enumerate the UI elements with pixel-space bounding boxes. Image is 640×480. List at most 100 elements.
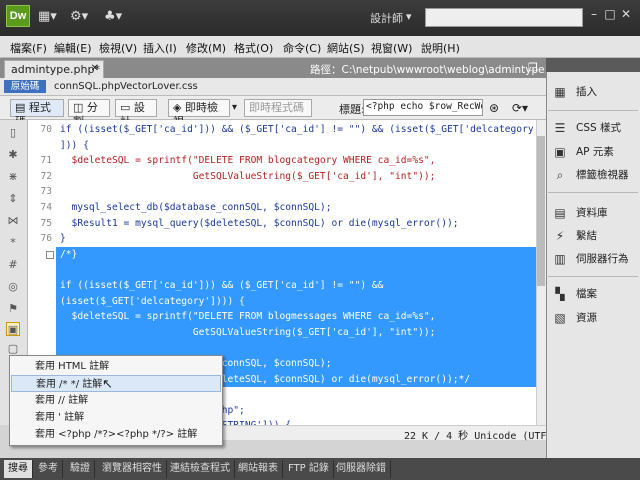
- code-line[interactable]: 81: [28, 340, 536, 356]
- live-view-dropdown-icon[interactable]: ▾: [232, 102, 237, 113]
- menu-site[interactable]: 網站(S): [327, 40, 365, 56]
- document-tab[interactable]: admintype.php* ✕: [4, 60, 104, 78]
- tab-link-checker[interactable]: 連結檢查程式: [166, 460, 235, 478]
- remove-comment-icon[interactable]: ▢: [6, 342, 20, 356]
- expand-all-icon[interactable]: ⇕: [6, 192, 20, 206]
- syntax-error-icon[interactable]: ⚑: [6, 302, 20, 316]
- collapse-tag-icon[interactable]: ✱: [6, 148, 20, 162]
- panel-server-behaviors[interactable]: ▥ 伺服器行為: [552, 249, 628, 269]
- menu-help[interactable]: 說明(H): [421, 40, 460, 56]
- related-file-conn[interactable]: connSQL.php: [54, 81, 120, 92]
- panel-files[interactable]: ▚ 檔案: [552, 284, 597, 304]
- design-view-button[interactable]: ▭ 設計: [115, 99, 157, 128]
- code-view-button[interactable]: ▤ 程式碼: [10, 99, 64, 128]
- panel-tag-inspector[interactable]: ⌕ 標籤檢視器: [552, 165, 629, 185]
- code-line[interactable]: 77/*}: [28, 247, 536, 263]
- insert-icon: ▦: [554, 85, 566, 99]
- server-behaviors-icon: ▥: [554, 252, 566, 266]
- minimize-icon[interactable]: –: [586, 6, 602, 22]
- code-text: $deleteSQL = sprintf("DELETE FROM blogca…: [60, 155, 436, 167]
- code-line[interactable]: 70 if ((isset($_GET['ca_id'])) && ($_GET[…: [28, 122, 536, 138]
- open-documents-icon[interactable]: ▯: [6, 126, 20, 140]
- line-number: 80: [40, 326, 52, 338]
- tab-site-reports[interactable]: 網站報表: [234, 460, 283, 478]
- highlight-invalid-icon[interactable]: ◎: [6, 280, 20, 294]
- panel-databases[interactable]: ▤ 資料庫: [552, 203, 607, 223]
- code-text: ])) {: [60, 139, 89, 151]
- menu-window[interactable]: 視窗(W): [371, 40, 412, 56]
- line-number: 71: [40, 155, 52, 167]
- code-text: /*}: [60, 248, 78, 260]
- source-code-button[interactable]: 原始碼: [4, 80, 46, 93]
- search-input[interactable]: [425, 8, 583, 27]
- code-line[interactable]: 78: [28, 262, 536, 278]
- live-view-button[interactable]: ◈ 即時檢視: [168, 99, 230, 128]
- menu-item-php-comment[interactable]: 套用 <?php /*?><?php */?> 註解: [11, 426, 221, 443]
- apply-comment-icon[interactable]: ▣: [6, 322, 20, 336]
- code-line[interactable]: 80 GetSQLValueString($_GET['ca_id'], "in…: [28, 325, 536, 341]
- restore-icon[interactable]: ❐: [528, 61, 538, 74]
- scrollbar-thumb[interactable]: [537, 136, 545, 286]
- panel-divider: [548, 276, 638, 277]
- panel-divider: [548, 192, 638, 193]
- tab-validation[interactable]: 驗證: [66, 460, 95, 478]
- code-line[interactable]: 76}: [28, 231, 536, 247]
- menu-item-html-comment[interactable]: 套用 HTML 註解: [11, 358, 221, 375]
- code-text: }: [60, 233, 66, 245]
- tab-ftp-log[interactable]: FTP 記錄: [284, 460, 334, 478]
- code-line[interactable]: (isset($_GET['delcategory']))) {: [28, 294, 536, 310]
- balance-braces-icon[interactable]: *: [6, 236, 20, 250]
- panel-assets[interactable]: ▧ 資源: [552, 308, 597, 328]
- menu-command[interactable]: 命令(C): [283, 40, 321, 56]
- code-line[interactable]: 74 mysql_select_db($database_connSQL, $c…: [28, 200, 536, 216]
- line-number: 76: [40, 233, 52, 245]
- menu-modify[interactable]: 修改(M): [186, 40, 226, 56]
- tab-reference[interactable]: 參考: [34, 460, 63, 478]
- menu-insert[interactable]: 插入(I): [143, 40, 177, 56]
- fold-marker-icon[interactable]: [46, 250, 54, 259]
- code-line[interactable]: 71 $deleteSQL = sprintf("DELETE FROM blo…: [28, 153, 536, 169]
- code-line[interactable]: 79 $deleteSQL = sprintf("DELETE FROM blo…: [28, 309, 536, 325]
- line-number: 72: [40, 170, 52, 182]
- panel-bindings[interactable]: ⚡ 繫結: [552, 226, 597, 246]
- menu-edit[interactable]: 編輯(E): [54, 40, 92, 56]
- tab-search[interactable]: 搜尋: [4, 460, 33, 478]
- code-line[interactable]: 75 $Result1 = mysql_query($deleteSQL, $c…: [28, 216, 536, 232]
- menu-format[interactable]: 格式(O): [234, 40, 273, 56]
- menu-file[interactable]: 檔案(F): [10, 40, 47, 56]
- gear-icon[interactable]: ⚙▾: [70, 9, 88, 25]
- close-tab-icon[interactable]: ✕: [91, 63, 99, 74]
- close-icon[interactable]: ✕: [618, 6, 634, 22]
- maximize-icon[interactable]: □: [602, 6, 618, 22]
- code-line[interactable]: 78 if ((isset($_GET['ca_id'])) && ($_GET[…: [28, 278, 536, 294]
- refresh-icon[interactable]: ⟳▾: [512, 101, 528, 115]
- workspace-switcher[interactable]: 設計師: [370, 10, 403, 26]
- globe-icon[interactable]: ⊛: [489, 101, 499, 115]
- menu-item-block-comment[interactable]: 套用 /* */ 註解: [11, 375, 221, 392]
- line-number: 78: [40, 264, 52, 276]
- line-numbers-icon[interactable]: #: [6, 258, 20, 272]
- menu-view[interactable]: 檢視(V): [99, 40, 137, 56]
- panel-css-styles[interactable]: ☰ CSS 樣式: [552, 118, 621, 138]
- live-code-button[interactable]: 即時程式碼: [244, 99, 312, 117]
- code-line[interactable]: ])) {: [28, 138, 536, 154]
- line-number: 79: [40, 311, 52, 323]
- site-icon[interactable]: ♣▾: [104, 9, 122, 25]
- assets-icon: ▧: [554, 311, 566, 325]
- related-file-css[interactable]: VectorLover.css: [120, 81, 198, 92]
- menu-item-apostrophe-comment[interactable]: 套用 ' 註解: [11, 409, 221, 426]
- split-view-button[interactable]: ◫ 分割: [68, 99, 110, 128]
- select-parent-tag-icon[interactable]: ⋈: [6, 214, 20, 228]
- tab-server-debug[interactable]: 伺服器除錯: [332, 460, 391, 478]
- layout-icon[interactable]: ▦▾: [38, 9, 57, 25]
- code-line[interactable]: 72 GetSQLValueString($_GET['ca_id'], "in…: [28, 169, 536, 185]
- collapse-selection-icon[interactable]: ⋇: [6, 170, 20, 184]
- code-line[interactable]: 73: [28, 184, 536, 200]
- panel-ap-elements[interactable]: ▣ AP 元素: [552, 142, 614, 162]
- panel-insert[interactable]: ▦ 插入: [552, 82, 597, 102]
- menu-item-line-comment[interactable]: 套用 // 註解: [11, 392, 221, 409]
- title-input[interactable]: <?php echo $row_RecWebInfo: [363, 99, 483, 116]
- tab-browser-compat[interactable]: 瀏覽器相容性: [98, 460, 167, 478]
- workspace-dropdown-icon[interactable]: ▾: [406, 10, 412, 23]
- code-text: GetSQLValueString($_GET['ca_id'], "int")…: [60, 326, 436, 338]
